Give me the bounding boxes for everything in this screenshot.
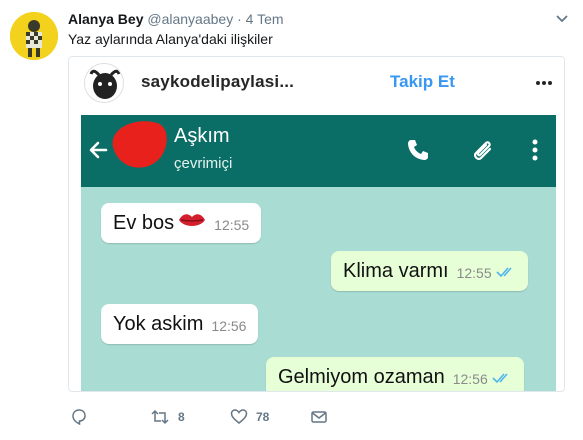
whatsapp-screenshot: Aşkım çevrimiçi Ev bos 12:55 Klima varmı…: [81, 115, 556, 391]
tweet-text: Yaz aylarında Alanya'daki ilişkiler: [68, 31, 273, 47]
message-text: Gelmiyom ozaman: [278, 366, 445, 388]
message-time: 12:55: [214, 217, 250, 233]
chat-header: Aşkım çevrimiçi: [81, 115, 556, 187]
follow-button[interactable]: Takip Et: [390, 72, 455, 92]
caret-down-icon[interactable]: [555, 14, 569, 24]
instagram-header: saykodelipaylasi... Takip Et: [69, 57, 564, 115]
attach-icon: [474, 141, 492, 160]
lips-emoji-icon: [179, 214, 206, 226]
message-text: Klima varmı: [343, 260, 449, 282]
embedded-instagram-post[interactable]: saykodelipaylasi... Takip Et Aşkım çevri…: [68, 56, 565, 392]
message-bubble: Gelmiyom ozaman 12:56: [266, 357, 524, 391]
author-handle[interactable]: @alanyaabey: [147, 11, 233, 27]
author-avatar[interactable]: [10, 12, 58, 60]
retweet-count: 8: [178, 410, 185, 424]
reply-icon: [72, 409, 86, 426]
message-text: Ev bos: [113, 212, 175, 234]
message-bubble: Ev bos 12:55: [101, 203, 262, 243]
contact-name: Aşkım: [174, 125, 230, 147]
menu-dots-icon: [532, 139, 538, 161]
separator-dot: ·: [237, 11, 242, 27]
tweet-actions: 8 78: [68, 406, 408, 428]
like-count: 78: [256, 410, 270, 424]
back-arrow-icon: [89, 141, 108, 159]
retweet-button[interactable]: 8: [150, 406, 185, 428]
read-ticks-icon: [492, 373, 508, 384]
message-time: 12:56: [211, 318, 247, 334]
like-icon: [230, 409, 248, 424]
like-button[interactable]: 78: [230, 406, 269, 428]
retweet-icon: [151, 409, 169, 425]
instagram-username[interactable]: saykodelipaylasi...: [141, 72, 294, 92]
tweet: Alanya Bey @alanyaabey · 4 Tem Yaz aylar…: [0, 0, 583, 440]
tweet-time[interactable]: 4 Tem: [246, 11, 284, 27]
dm-icon: [311, 411, 327, 423]
phone-icon: [408, 140, 428, 160]
direct-message-button[interactable]: [310, 406, 328, 428]
author-name[interactable]: Alanya Bey: [68, 11, 143, 27]
more-icon[interactable]: [535, 74, 553, 92]
message-bubble: Yok askim 12:56: [101, 304, 259, 344]
message-text: Yok askim: [113, 313, 204, 335]
instagram-avatar[interactable]: [84, 63, 124, 103]
redaction-scribble: [112, 121, 167, 168]
contact-status: çevrimiçi: [174, 155, 233, 172]
reply-button[interactable]: [70, 406, 96, 428]
message-bubble: Klima varmı 12:55: [331, 251, 528, 291]
message-time: 12:55: [456, 265, 492, 281]
read-ticks-icon: [496, 267, 512, 278]
tweet-header: Alanya Bey @alanyaabey · 4 Tem: [68, 11, 284, 27]
message-time: 12:56: [452, 371, 488, 387]
